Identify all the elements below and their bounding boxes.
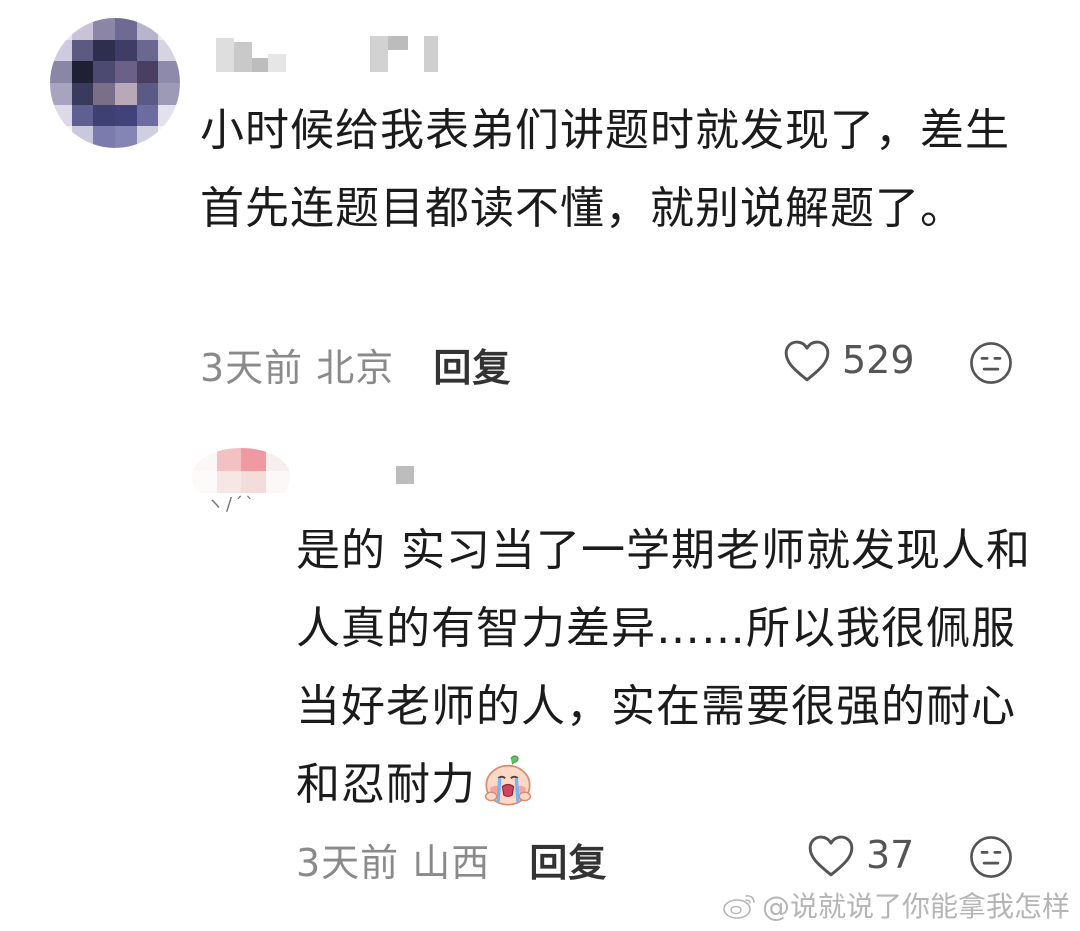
- reply-button[interactable]: 回复: [433, 346, 511, 390]
- comment-body: 小时候给我表弟们讲题时就发现了，差生首先连题目都读不懂，就别说解题了。: [200, 105, 1010, 234]
- reply-reply-button[interactable]: 回复: [529, 841, 607, 885]
- reply-username-redacted[interactable]: [396, 466, 414, 484]
- reply-meta: 3天前 山西 回复: [296, 832, 607, 887]
- avatar-doodle: ヽ/ˊˋ: [206, 494, 257, 515]
- like-button[interactable]: 529: [782, 337, 915, 383]
- crying-face-emoji: [484, 755, 532, 806]
- heart-outline-icon: [784, 340, 830, 382]
- watermark: @说就说了你能拿我怎样: [722, 885, 1070, 925]
- watermark-text: @说就说了你能拿我怎样: [761, 890, 1070, 923]
- comment-thread: 小时候给我表弟们讲题时就发现了，差生首先连题目都读不懂，就别说解题了。 3天前 …: [0, 0, 1080, 931]
- comment-time: 3天前: [200, 346, 304, 390]
- reply-text: 是的 实习当了一学期老师就发现人和人真的有智力差异……所以我很佩服当好老师的人，…: [296, 525, 1031, 810]
- reply-body: 是的 实习当了一学期老师就发现人和人真的有智力差异……所以我很佩服当好老师的人，…: [296, 512, 1036, 824]
- avatar[interactable]: [50, 18, 180, 148]
- username-redacted[interactable]: [216, 36, 438, 72]
- unhappy-face-icon[interactable]: [968, 834, 1014, 880]
- comment-location: 北京: [316, 346, 395, 390]
- reply-location: 山西: [412, 841, 491, 885]
- weibo-logo-icon: [723, 895, 755, 919]
- unhappy-face-icon[interactable]: [968, 340, 1014, 386]
- reply-time: 3天前: [296, 841, 400, 885]
- heart-outline-icon: [808, 835, 854, 877]
- reply-like-count: 37: [866, 833, 915, 877]
- like-count: 529: [842, 338, 915, 382]
- reply-like-button[interactable]: 37: [806, 832, 914, 878]
- comment-meta: 3天前 北京 回复: [200, 337, 511, 392]
